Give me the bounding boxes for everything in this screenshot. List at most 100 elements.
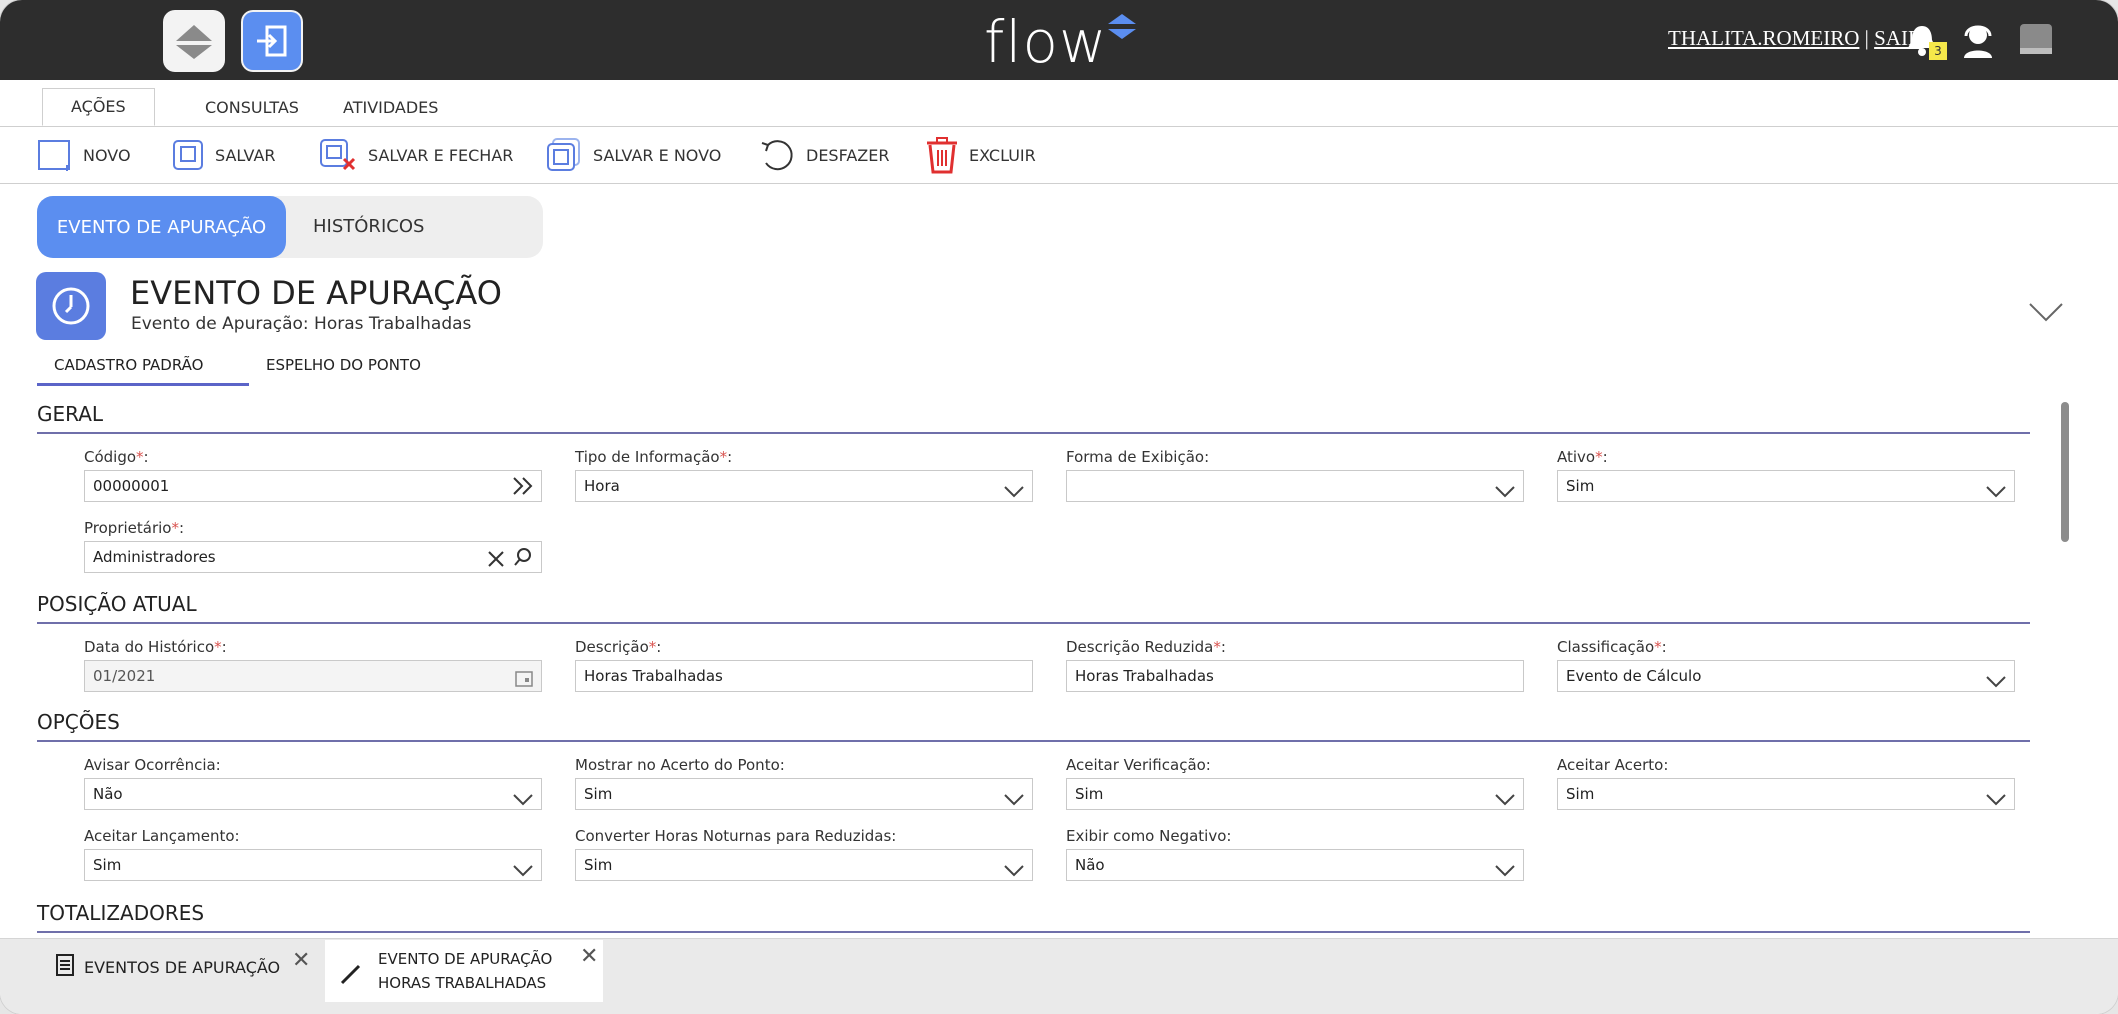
- page-title: EVENTO DE APURAÇÃO: [130, 274, 502, 312]
- proprietario-value: Administradores: [93, 548, 216, 566]
- chevron-down-icon: [513, 787, 533, 817]
- bottom-tab-bar: [0, 938, 2118, 1014]
- exibir-negativo-value: Não: [1075, 856, 1105, 874]
- salvar-novo-button[interactable]: SALVAR E NOVO: [545, 137, 721, 173]
- data-historico-field[interactable]: 01/2021: [84, 660, 542, 692]
- desfazer-label: DESFAZER: [806, 145, 890, 165]
- tab-historicos[interactable]: HISTÓRICOS: [313, 196, 424, 258]
- chevron-down-icon: [1004, 479, 1024, 509]
- list-icon: [56, 954, 74, 980]
- tipo-info-select[interactable]: Hora: [575, 470, 1033, 502]
- tipo-info-label: Tipo de Informação*:: [575, 448, 733, 466]
- descricao-reduzida-value: Horas Trabalhadas: [1075, 667, 1214, 685]
- pencil-icon: [339, 962, 363, 990]
- forma-exibicao-select[interactable]: [1066, 470, 1524, 502]
- chat-icon[interactable]: [2018, 22, 2054, 62]
- chevron-down-icon: [1986, 479, 2006, 509]
- user-link[interactable]: THALITA.ROMEIRO: [1668, 26, 1859, 50]
- avisar-ocorrencia-value: Não: [93, 785, 123, 803]
- clear-icon[interactable]: [487, 548, 505, 578]
- aceitar-acerto-select[interactable]: Sim: [1557, 778, 2015, 810]
- chevron-down-icon: [1495, 787, 1515, 817]
- trash-icon: [925, 136, 959, 174]
- converter-horas-label: Converter Horas Noturnas para Reduzidas:: [575, 827, 897, 845]
- avisar-ocorrencia-label: Avisar Ocorrência:: [84, 756, 221, 774]
- tipo-info-value: Hora: [584, 477, 620, 495]
- aceitar-verificacao-label: Aceitar Verificação:: [1066, 756, 1211, 774]
- exibir-negativo-select[interactable]: Não: [1066, 849, 1524, 881]
- descricao-value: Horas Trabalhadas: [584, 667, 723, 685]
- salvar-fechar-label: SALVAR E FECHAR: [368, 145, 514, 165]
- close-icon[interactable]: ✕: [292, 948, 310, 973]
- mostrar-acerto-value: Sim: [584, 785, 613, 803]
- subtab-cadastro-padrao[interactable]: CADASTRO PADRÃO: [37, 356, 249, 386]
- bottom-tab-2-line2: HORAS TRABALHADAS: [378, 974, 547, 992]
- save-close-icon: [318, 137, 358, 173]
- section-totalizadores: TOTALIZADORES: [37, 901, 2030, 933]
- top-bar: flow THALITA.ROMEIRO | SAIR 3: [0, 0, 2118, 80]
- aceitar-verificacao-select[interactable]: Sim: [1066, 778, 1524, 810]
- search-icon[interactable]: [513, 547, 533, 577]
- mostrar-acerto-select[interactable]: Sim: [575, 778, 1033, 810]
- chevron-down-icon: [1495, 479, 1515, 509]
- calendar-icon[interactable]: [515, 668, 533, 698]
- bell-icon[interactable]: 3: [1906, 22, 1947, 64]
- excluir-button[interactable]: EXCLUIR: [925, 136, 1036, 174]
- login-icon[interactable]: [241, 10, 303, 72]
- salvar-button[interactable]: SALVAR: [171, 137, 276, 173]
- subtab-espelho-ponto[interactable]: ESPELHO DO PONTO: [266, 356, 421, 386]
- aceitar-verificacao-value: Sim: [1075, 785, 1104, 803]
- aceitar-lancamento-value: Sim: [93, 856, 122, 874]
- novo-button[interactable]: NOVO: [37, 137, 131, 173]
- home-icon[interactable]: [163, 10, 225, 72]
- vertical-scrollbar[interactable]: [2061, 402, 2069, 542]
- proprietario-field[interactable]: Administradores: [84, 541, 542, 573]
- notification-badge: 3: [1929, 42, 1947, 60]
- section-geral: GERAL: [37, 402, 2030, 434]
- tab-acoes[interactable]: AÇÕES: [42, 88, 155, 126]
- chevron-down-icon: [1986, 669, 2006, 699]
- codigo-field[interactable]: 00000001: [84, 470, 542, 502]
- classificacao-select[interactable]: Evento de Cálculo: [1557, 660, 2015, 692]
- salvar-fechar-button[interactable]: SALVAR E FECHAR: [318, 137, 513, 173]
- flow-logo: flow: [984, 8, 1136, 76]
- support-icon[interactable]: [1960, 22, 1996, 64]
- chevron-down-icon: [1004, 858, 1024, 888]
- desfazer-button[interactable]: DESFAZER: [758, 137, 889, 173]
- app-window: flow THALITA.ROMEIRO | SAIR 3 AÇÕES CONS…: [0, 0, 2118, 1014]
- tab-consultas[interactable]: CONSULTAS: [177, 90, 327, 126]
- bottom-tab-evento-horas[interactable]: EVENTO DE APURAÇÃO HORAS TRABALHADAS: [325, 940, 603, 1002]
- chevron-down-icon[interactable]: [2028, 300, 2064, 328]
- avisar-ocorrencia-select[interactable]: Não: [84, 778, 542, 810]
- chevron-down-icon: [1004, 787, 1024, 817]
- ativo-value: Sim: [1566, 477, 1595, 495]
- forma-exibicao-label: Forma de Exibição:: [1066, 448, 1210, 466]
- excluir-label: EXCLUIR: [969, 145, 1036, 165]
- bottom-tab-eventos-apuracao[interactable]: EVENTOS DE APURAÇÃO: [56, 954, 280, 980]
- ativo-label: Ativo*:: [1557, 448, 1608, 466]
- ativo-select[interactable]: Sim: [1557, 470, 2015, 502]
- subtab-cadastro-padrao-label: CADASTRO PADRÃO: [54, 356, 204, 374]
- new-doc-icon: [37, 137, 73, 173]
- section-opcoes: OPÇÕES: [37, 710, 2030, 742]
- classificacao-value: Evento de Cálculo: [1566, 667, 1702, 685]
- close-icon[interactable]: ✕: [580, 944, 598, 969]
- double-chevron-right-icon[interactable]: [511, 475, 535, 507]
- descricao-input[interactable]: Horas Trabalhadas: [575, 660, 1033, 692]
- converter-horas-value: Sim: [584, 856, 613, 874]
- action-tabs: AÇÕES CONSULTAS ATIVIDADES: [0, 80, 2118, 127]
- aceitar-acerto-label: Aceitar Acerto:: [1557, 756, 1669, 774]
- separator: |: [1864, 26, 1869, 50]
- bottom-tab-1-label: EVENTOS DE APURAÇÃO: [84, 957, 281, 977]
- descricao-reduzida-input[interactable]: Horas Trabalhadas: [1066, 660, 1524, 692]
- aceitar-lancamento-select[interactable]: Sim: [84, 849, 542, 881]
- bottom-tab-2-line1: EVENTO DE APURAÇÃO: [378, 950, 553, 968]
- toolbar: NOVO SALVAR SALVAR E FECHAR SALVAR E NOV…: [0, 127, 2118, 184]
- tab-atividades[interactable]: ATIVIDADES: [315, 90, 466, 126]
- salvar-novo-label: SALVAR E NOVO: [593, 145, 722, 165]
- converter-horas-select[interactable]: Sim: [575, 849, 1033, 881]
- tab-evento-apuracao[interactable]: EVENTO DE APURAÇÃO: [37, 196, 286, 258]
- chevron-down-icon: [513, 858, 533, 888]
- classificacao-label: Classificação*:: [1557, 638, 1667, 656]
- novo-label: NOVO: [83, 145, 131, 165]
